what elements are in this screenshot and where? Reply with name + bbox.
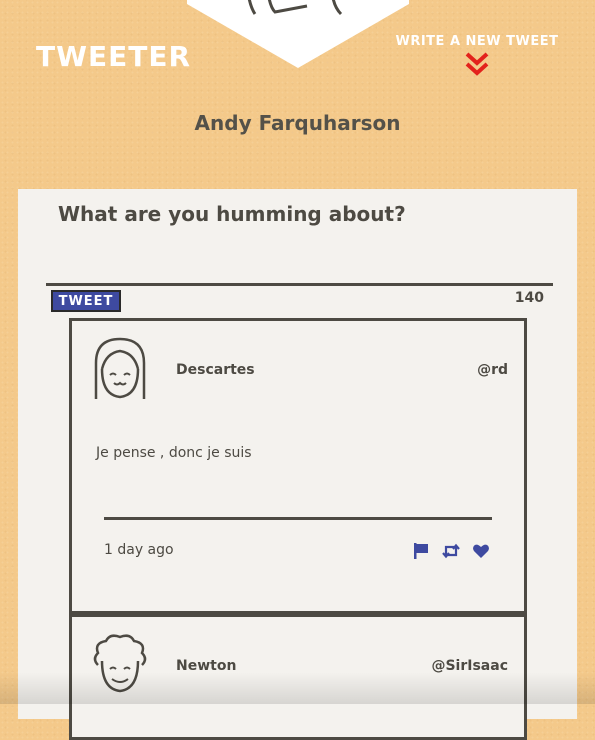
heart-icon[interactable] [472,542,490,560]
tweet-card: Newton @SirIsaac [69,614,527,740]
profile-avatar-icon [187,0,409,68]
tweet-author-name[interactable]: Descartes [176,362,255,378]
curly-hair-man-avatar-icon [93,634,147,693]
tweet-submit-button[interactable]: TWEET [51,290,121,312]
retweet-icon[interactable] [442,542,460,560]
compose-toggle-button[interactable]: WRITE A NEW TWEET [392,34,562,77]
tweet-author-handle[interactable]: @rd [477,362,508,378]
tweet-actions [412,542,490,560]
tweet-divider [104,517,492,520]
profile-name: Andy Farquharson [194,111,401,135]
smiling-girl-avatar-icon [94,337,146,399]
flag-icon[interactable] [412,542,430,560]
compose-textarea[interactable] [46,239,553,286]
chevron-double-down-icon [465,52,489,76]
tweet-card: Descartes @rd Je pense , donc je suis 1 … [69,318,527,614]
site-header: TWEETER WRITE A NEW TWEET Andy Farquhars… [0,0,595,150]
main-panel: What are you humming about? TWEET 140 De… [18,189,577,740]
tweet-author-handle[interactable]: @SirIsaac [431,658,508,674]
compose-toggle-label: WRITE A NEW TWEET [395,34,559,49]
tweet-timestamp: 1 day ago [104,542,174,558]
tweet-text: Je pense , donc je suis [96,445,252,461]
tweet-author-name[interactable]: Newton [176,658,236,674]
compose-prompt: What are you humming about? [58,202,406,226]
character-counter: 140 [514,290,544,306]
brand-logo[interactable]: TWEETER [36,40,191,73]
